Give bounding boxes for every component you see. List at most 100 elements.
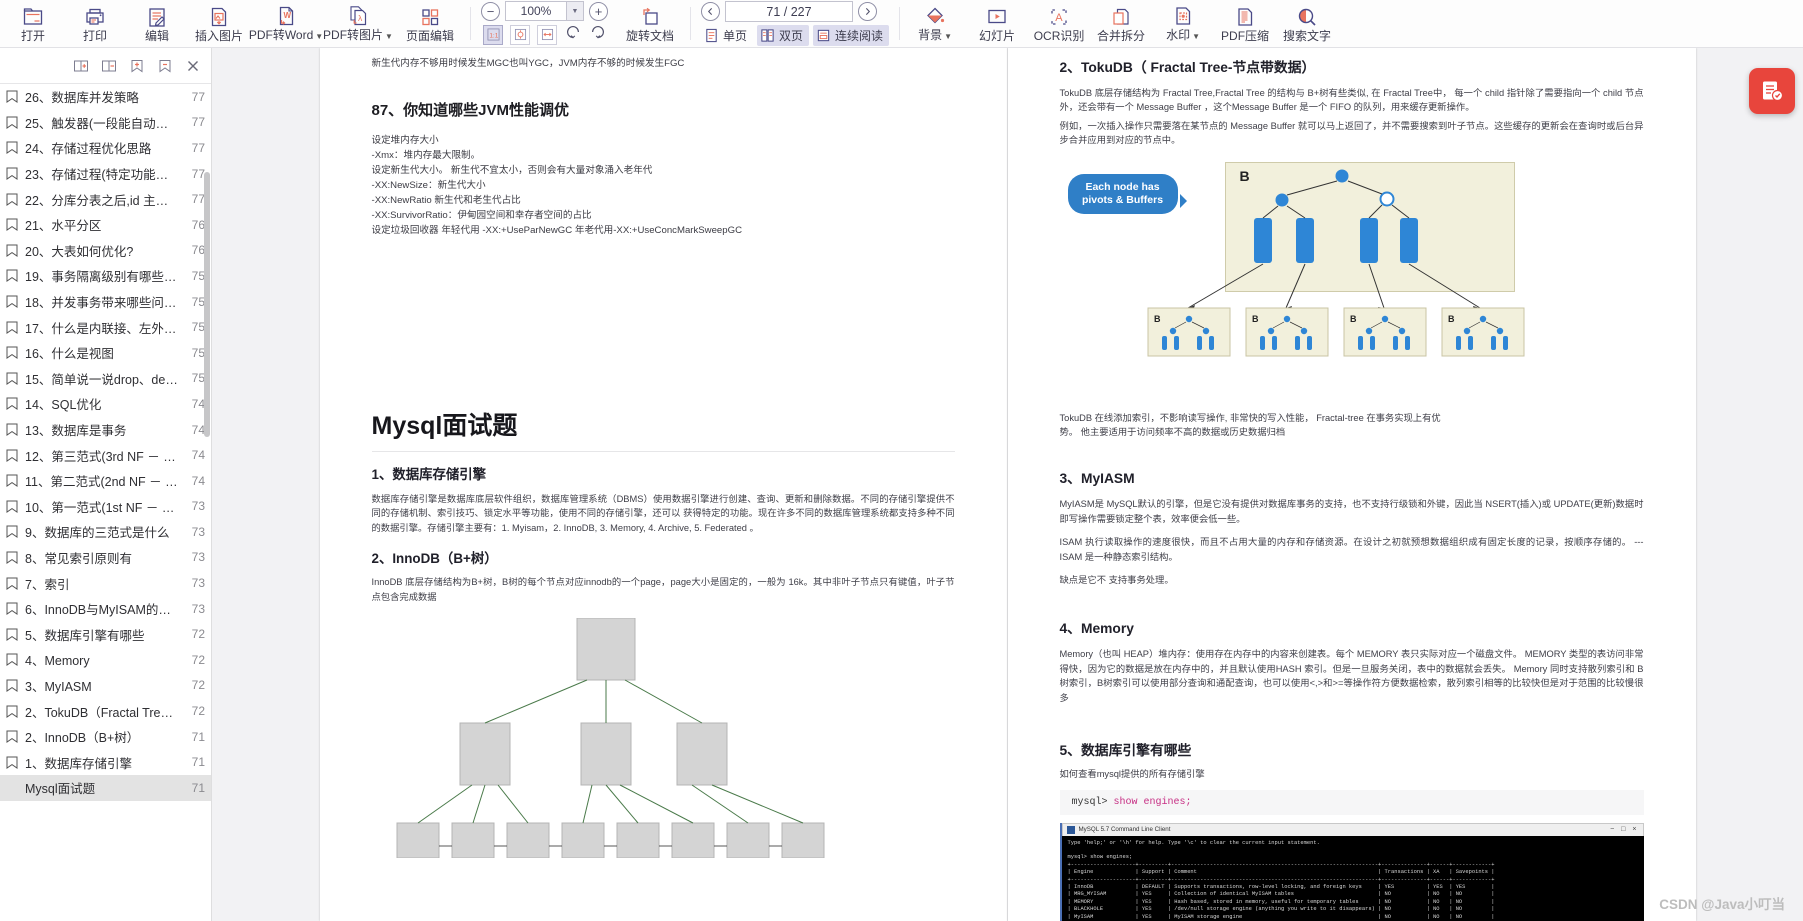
maximize-button[interactable]: □ [1621, 826, 1625, 833]
toolbar-button-watermark[interactable]: 水印 ▼ [1152, 0, 1214, 47]
memory-body: Memory（也叫 HEAP）堆内存：使用存在内存中的内容来创建表。每个 MEM… [1059, 649, 1644, 703]
bookmark-item[interactable]: 26、数据库并发策略 77 [0, 84, 211, 110]
pdf-compress-icon [1233, 5, 1257, 29]
fit-width-button[interactable] [537, 24, 557, 45]
toolbar-button-print[interactable]: 打印 [64, 0, 126, 47]
section1-heading: 1、数据库存储引擎 [371, 467, 487, 482]
toolbar-button-slideshow[interactable]: 幻灯片 [966, 0, 1028, 47]
bookmark-icon [6, 90, 19, 104]
bookmark-icon [6, 499, 19, 513]
bookmark-item[interactable]: 23、存储过程(特定功能的 SQL... 77 [0, 161, 211, 187]
rotate-cw-button[interactable] [589, 23, 607, 46]
bookmark-item[interactable]: 11、第二范式(2nd NF － 每个... 74 [0, 468, 211, 494]
section2-body: InnoDB 底层存储结构为B+树，B树的每个节点对应innodb的一个page… [371, 577, 955, 602]
bookmark-item[interactable]: Mysql面试题 71 [0, 775, 211, 801]
document-viewer[interactable]: 新生代内存不够用时候发生MGC也叫YGC，JVM内存不够的时候发生FGC 87、… [212, 48, 1803, 921]
remove-bookmark-icon[interactable] [156, 57, 173, 74]
toolbar-button-search-text[interactable]: 搜索文字 [1276, 0, 1338, 47]
toolbar-button-merge-split[interactable]: 合并拆分 [1090, 0, 1152, 47]
chevron-down-icon[interactable]: ▼ [385, 32, 393, 41]
bookmark-item[interactable]: 21、水平分区 76 [0, 212, 211, 238]
bookmark-label: 21、水平分区 [25, 219, 102, 234]
close-panel-icon[interactable] [184, 57, 201, 74]
bookmark-icon [6, 474, 19, 488]
jvm-line-3: -XX:NewSize：新生代大小 [371, 180, 486, 191]
bookmark-page-number: 75 [191, 345, 205, 360]
toolbar-label: 打开 [20, 28, 45, 43]
zoom-level-input[interactable]: 100% [505, 1, 567, 21]
bookmark-list[interactable]: 26、数据库并发策略7725、触发器(一段能自动执行的...7724、存储过程优… [0, 84, 211, 921]
toolbar-button-pdf-to-image[interactable]: λ PDF转图片 ▼ [322, 0, 394, 47]
bookmark-item[interactable]: 8、常见索引原则有 73 [0, 545, 211, 571]
bookmark-item[interactable]: 16、什么是视图 75 [0, 340, 211, 366]
bookmark-item[interactable]: 25、触发器(一段能自动执行的... 77 [0, 110, 211, 136]
minimize-button[interactable]: − [1610, 826, 1614, 833]
bookmark-label: 25、触发器(一段能自动执行的... [25, 116, 185, 131]
bookmark-item[interactable]: 17、什么是内联接、左外联接... 75 [0, 314, 211, 340]
bookmark-item[interactable]: 9、数据库的三范式是什么 73 [0, 519, 211, 545]
toolbar-divider [899, 7, 901, 40]
floating-action-button[interactable] [1749, 68, 1795, 114]
svg-text:B: B [1350, 314, 1357, 324]
page-number-input[interactable]: 71 / 227 [725, 1, 853, 22]
bookmark-item[interactable]: 10、第一范式(1st NF － 列都... 73 [0, 494, 211, 520]
bookmark-item[interactable]: 2、TokuDB（Fractal Tree-节... 72 [0, 698, 211, 724]
bookmark-label: 5、数据库引擎有哪些 [25, 628, 145, 643]
rotate-ccw-button[interactable] [564, 23, 582, 46]
view-mode-single-page[interactable]: 单页 [701, 25, 753, 46]
bookmark-item[interactable]: 15、简单说一说drop、delete... 75 [0, 366, 211, 392]
zoom-in-button[interactable]: + [589, 1, 608, 21]
close-button[interactable]: × [1632, 826, 1636, 833]
add-bookmark-icon[interactable] [128, 57, 145, 74]
bookmark-item[interactable]: 7、索引 73 [0, 570, 211, 596]
toolbar-button-edit[interactable]: 编辑 [126, 0, 188, 47]
toolbar-button-open[interactable]: 打开 [2, 0, 64, 47]
chevron-down-icon[interactable]: ▼ [1192, 32, 1200, 41]
bookmark-label: 8、常见索引原则有 [25, 551, 132, 566]
bookmark-item[interactable]: 3、MyIASM 72 [0, 673, 211, 699]
bookmark-item[interactable]: 5、数据库引擎有哪些 72 [0, 621, 211, 647]
view-mode-dual-page[interactable]: 双页 [757, 25, 810, 46]
fractal-tree-diagram: Each node has pivots & Buffers B B B B B [1060, 156, 1644, 411]
bookmark-item[interactable]: 2、InnoDB（B+树） 71 [0, 724, 211, 750]
bookmark-item[interactable]: 6、InnoDB与MyISAM的区别 73 [0, 596, 211, 622]
bookmark-icon [6, 576, 19, 590]
toolbar-button-pdf-compress[interactable]: PDF压缩 [1214, 0, 1276, 47]
bookmark-item[interactable]: 12、第三范式(3rd NF － 不存... 74 [0, 442, 211, 468]
sidebar-scroll-thumb[interactable] [204, 172, 210, 437]
chevron-down-icon[interactable]: ▼ [567, 1, 584, 21]
toolbar-button-insert-image[interactable]: 插入图片 [188, 0, 250, 47]
next-page-button[interactable] [858, 2, 877, 21]
document-title: Mysql面试题 [371, 412, 518, 440]
bookmark-icon [6, 192, 19, 206]
toolbar-button-background[interactable]: 背景 ▼ [904, 0, 966, 47]
title-divider [371, 451, 955, 452]
bookmark-item[interactable]: 14、SQL优化 74 [0, 391, 211, 417]
expand-all-icon[interactable] [72, 57, 89, 74]
zoom-out-button[interactable]: − [481, 1, 500, 21]
toolbar-label: 打印 [82, 28, 107, 43]
previous-page-button[interactable] [701, 2, 720, 21]
toolbar-button-page-edit[interactable]: 页面编辑 [394, 0, 466, 47]
toolbar-label: OCR识别 [1033, 28, 1085, 43]
bookmark-item[interactable]: 4、Memory 72 [0, 647, 211, 673]
actual-size-button[interactable]: 1:1 [483, 24, 503, 45]
toolbar-button-rotate-document[interactable]: 旋转文档 [614, 0, 686, 47]
bookmark-icon [6, 678, 19, 692]
console-window-buttons[interactable]: − □ × [1610, 826, 1638, 833]
sidebar-scrollbar[interactable] [204, 84, 210, 921]
fit-page-button[interactable] [510, 24, 530, 45]
bookmark-item[interactable]: 24、存储过程优化思路 77 [0, 135, 211, 161]
bookmark-item[interactable]: 1、数据库存储引擎 71 [0, 749, 211, 775]
bookmark-item[interactable]: 13、数据库是事务 74 [0, 417, 211, 443]
chevron-down-icon[interactable]: ▼ [944, 32, 952, 41]
toolbar-button-pdf-to-word[interactable]: W PDF转Word ▼ [249, 0, 323, 47]
bookmark-item[interactable]: 19、事务隔离级别有哪些?MyS... 75 [0, 263, 211, 289]
toolbar-button-ocr[interactable]: A OCR识别 [1028, 0, 1090, 47]
bookmark-item[interactable]: 22、分库分表之后,id 主键如何... 77 [0, 186, 211, 212]
view-mode-continuous-scroll[interactable]: 连续阅读 [813, 25, 890, 46]
bookmark-item[interactable]: 18、并发事务带来哪些问题? 75 [0, 289, 211, 315]
bookmark-label: 13、数据库是事务 [25, 424, 127, 439]
collapse-all-icon[interactable] [100, 57, 117, 74]
bookmark-item[interactable]: 20、大表如何优化? 76 [0, 238, 211, 264]
